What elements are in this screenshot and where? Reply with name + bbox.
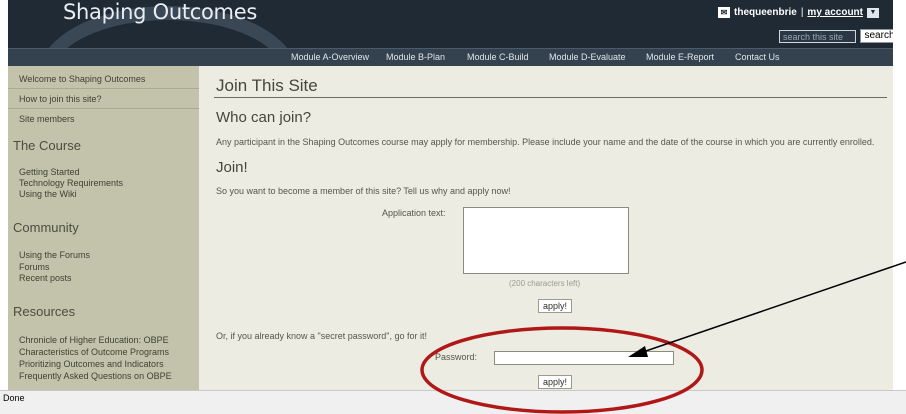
nav-item-module-b[interactable]: Module B-Plan	[386, 52, 445, 62]
apply-button[interactable]: apply!	[538, 299, 572, 313]
sidebar-item-forums[interactable]: Forums	[19, 262, 50, 272]
user-area: ✉ thequeenbrie | my account ▼	[718, 7, 879, 18]
sidebar-item-using-forums[interactable]: Using the Forums	[19, 250, 90, 260]
sidebar-item-welcome[interactable]: Welcome to Shaping Outcomes	[19, 74, 145, 84]
sidebar-item-tech-requirements[interactable]: Technology Requirements	[19, 178, 123, 188]
sidebar: Welcome to Shaping Outcomes How to join …	[8, 66, 199, 390]
sidebar-divider	[8, 88, 199, 89]
who-can-join-text: Any participant in the Shaping Outcomes …	[216, 137, 875, 147]
user-icon: ✉	[718, 7, 731, 18]
sidebar-heading-course: The Course	[13, 138, 81, 153]
user-separator: |	[800, 7, 804, 18]
password-label: Password:	[435, 352, 478, 362]
username[interactable]: thequeenbrie	[734, 7, 797, 18]
site-header: Shaping Outcomes ✉ thequeenbrie | my acc…	[8, 0, 893, 48]
nav-item-module-c[interactable]: Module C-Build	[467, 52, 529, 62]
page-title: Join This Site	[216, 76, 318, 95]
sidebar-divider	[8, 108, 199, 109]
sidebar-item-faq[interactable]: Frequently Asked Questions on OBPE	[19, 371, 172, 381]
join-text: So you want to become a member of this s…	[216, 186, 511, 196]
join-heading: Join!	[216, 159, 248, 176]
search-button[interactable]: search	[860, 29, 893, 43]
nav-item-module-e[interactable]: Module E-Report	[646, 52, 714, 62]
sidebar-heading-resources: Resources	[13, 304, 76, 319]
sidebar-item-getting-started[interactable]: Getting Started	[19, 167, 80, 177]
main-content: Join This Site Who can join? Any partici…	[199, 66, 893, 390]
status-text: Done	[3, 393, 25, 403]
search-input[interactable]	[779, 30, 856, 43]
module-nav: Module A-Overview Module B-Plan Module C…	[8, 48, 893, 66]
characters-left-counter: (200 characters left)	[509, 279, 581, 288]
chevron-down-icon[interactable]: ▼	[867, 7, 879, 18]
my-account-link[interactable]: my account	[807, 7, 863, 18]
sidebar-item-chronicle[interactable]: Chronicle of Higher Education: OBPE	[19, 335, 169, 345]
sidebar-item-characteristics[interactable]: Characteristics of Outcome Programs	[19, 347, 169, 357]
application-textarea[interactable]	[463, 207, 629, 274]
sidebar-item-recent-posts[interactable]: Recent posts	[19, 273, 72, 283]
sidebar-item-prioritizing[interactable]: Prioritizing Outcomes and Indicators	[19, 359, 164, 369]
secret-password-text: Or, if you already know a "secret passwo…	[216, 331, 427, 341]
application-text-label: Application text:	[382, 208, 446, 218]
nav-item-module-a[interactable]: Module A-Overview	[291, 52, 369, 62]
sidebar-item-how-to-join[interactable]: How to join this site?	[19, 94, 102, 104]
nav-item-module-d[interactable]: Module D-Evaluate	[549, 52, 626, 62]
title-divider	[214, 97, 887, 98]
sidebar-item-site-members[interactable]: Site members	[19, 114, 75, 124]
apply-password-button[interactable]: apply!	[538, 375, 572, 389]
sidebar-item-using-wiki[interactable]: Using the Wiki	[19, 189, 77, 199]
browser-status-bar: Done	[0, 390, 906, 414]
sidebar-heading-community: Community	[13, 220, 79, 235]
password-field[interactable]	[494, 351, 674, 365]
who-can-join-heading: Who can join?	[216, 109, 312, 126]
nav-item-contact[interactable]: Contact Us	[735, 52, 780, 62]
site-title[interactable]: Shaping Outcomes	[63, 0, 257, 24]
